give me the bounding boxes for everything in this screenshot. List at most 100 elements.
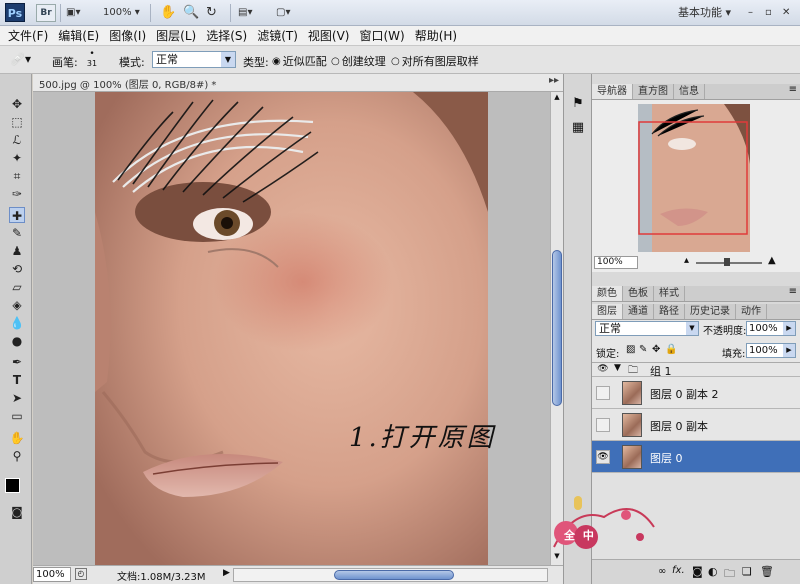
restore-button[interactable]: ▫ <box>765 4 779 22</box>
healing-brush-tool-icon[interactable]: ✚ <box>9 207 25 223</box>
tab-histogram[interactable]: 直方图 <box>633 84 674 99</box>
status-info-icon[interactable]: ◴ <box>75 568 87 580</box>
status-zoom-field[interactable]: 100% <box>33 567 71 582</box>
workspace-switcher[interactable]: 基本功能 ▾ <box>678 4 740 22</box>
tab-styles[interactable]: 样式 <box>654 286 685 301</box>
horizontal-scrollbar[interactable] <box>233 568 548 582</box>
eye-icon[interactable]: 👁 <box>596 363 610 376</box>
move-tool-icon[interactable]: ✥ <box>9 96 25 112</box>
menu-filter[interactable]: 滤镜(T) <box>257 27 298 44</box>
lock-position-icon[interactable]: ✥ <box>652 344 660 355</box>
disclosure-triangle-icon[interactable]: ▼ <box>614 363 621 373</box>
tab-color[interactable]: 颜色 <box>592 286 623 301</box>
layer-row-group[interactable]: 👁 ▼ 🗀 组 1 <box>592 363 800 378</box>
portrait-image[interactable] <box>33 92 550 565</box>
view-extras-button[interactable]: ▣▾ <box>66 4 92 22</box>
menu-help[interactable]: 帮助(H) <box>415 27 457 44</box>
hand-tool-icon[interactable]: ✋ <box>9 430 25 446</box>
clone-stamp-tool-icon[interactable]: ♟ <box>9 243 25 259</box>
fill-field[interactable]: 100% ▶ <box>746 343 796 358</box>
eyedropper-tool-icon[interactable]: ✑ <box>9 186 25 202</box>
radio-create-texture[interactable]: ○ 创建纹理 <box>331 53 386 69</box>
zoom-in-icon[interactable]: ▲ <box>768 255 776 266</box>
dodge-tool-icon[interactable]: ● <box>9 333 25 349</box>
visibility-toggle[interactable] <box>596 418 610 432</box>
paint-bucket-tool-icon[interactable]: ◈ <box>9 297 25 313</box>
menu-file[interactable]: 文件(F) <box>8 27 48 44</box>
new-group-icon[interactable]: 🗀 <box>724 565 735 584</box>
layer-style-button[interactable]: fx. <box>672 565 685 576</box>
tab-channels[interactable]: 通道 <box>623 304 654 319</box>
menu-window[interactable]: 窗口(W) <box>359 27 404 44</box>
zoom-level-dropdown[interactable]: 100% ▾ <box>103 4 143 22</box>
tab-navigator[interactable]: 导航器 <box>592 84 633 99</box>
navigator-thumbnail[interactable] <box>638 104 750 252</box>
zoom-slider-handle[interactable] <box>724 258 730 266</box>
panel-menu-icon[interactable]: ≡ <box>789 286 797 297</box>
layer-row[interactable]: 图层 0 副本 <box>592 409 800 441</box>
zoom-slider[interactable] <box>696 258 762 266</box>
minimize-button[interactable]: – <box>748 4 762 22</box>
menu-layer[interactable]: 图层(L) <box>156 27 196 44</box>
collapse-panel-icon[interactable]: ▸▸ <box>549 75 559 86</box>
opacity-field[interactable]: 100% ▶ <box>746 321 796 336</box>
tab-layers[interactable]: 图层 <box>592 304 623 319</box>
menu-view[interactable]: 视图(V) <box>308 27 350 44</box>
lock-pixels-icon[interactable]: ✎ <box>639 344 647 355</box>
tab-swatches[interactable]: 色板 <box>623 286 654 301</box>
marquee-tool-icon[interactable]: ⬚ <box>9 114 25 130</box>
tab-history[interactable]: 历史记录 <box>685 304 736 319</box>
actions-panel-icon[interactable]: ▦ <box>570 120 586 136</box>
zoom-tool-icon[interactable]: 🔍 <box>183 4 199 22</box>
quick-mask-icon[interactable]: ◙ <box>9 504 25 520</box>
eraser-tool-icon[interactable]: ▱ <box>9 279 25 295</box>
scroll-up-arrow-icon[interactable]: ▲ <box>552 93 562 103</box>
type-tool-icon[interactable]: T <box>9 372 25 388</box>
navigator-zoom-field[interactable]: 100% <box>594 256 638 269</box>
menu-edit[interactable]: 编辑(E) <box>58 27 99 44</box>
screen-mode-button[interactable]: ▢▾ <box>276 4 304 22</box>
layer-row-selected[interactable]: 👁 图层 0 <box>592 441 800 473</box>
status-menu-arrow-icon[interactable]: ▶ <box>223 568 230 578</box>
blur-tool-icon[interactable]: 💧 <box>9 315 25 331</box>
arrange-documents-button[interactable]: ▤▾ <box>238 4 266 22</box>
brush-tool-icon[interactable]: ✎ <box>9 225 25 241</box>
tab-actions[interactable]: 动作 <box>736 304 767 319</box>
lock-all-icon[interactable]: 🔒 <box>665 344 677 355</box>
delete-layer-icon[interactable]: 🗑 <box>760 565 774 578</box>
adjustment-layer-icon[interactable]: ◐ <box>708 565 718 578</box>
layer-row[interactable]: 图层 0 副本 2 <box>592 377 800 409</box>
crop-tool-icon[interactable]: ⌗ <box>9 168 25 184</box>
zoom-out-icon[interactable]: ▴ <box>684 255 689 266</box>
tab-info[interactable]: 信息 <box>674 84 705 99</box>
menu-select[interactable]: 选择(S) <box>206 27 247 44</box>
add-mask-icon[interactable]: ◙ <box>692 565 703 578</box>
tab-paths[interactable]: 路径 <box>654 304 685 319</box>
scrollbar-thumb[interactable] <box>552 250 562 406</box>
sample-all-layers-checkbox[interactable]: ○ 对所有图层取样 <box>391 53 479 69</box>
mode-select[interactable]: 正常 ▼ <box>152 51 236 68</box>
rotate-view-icon[interactable]: ↻ <box>206 4 222 22</box>
radio-proximity-match[interactable]: ◉ 近似匹配 <box>272 53 327 69</box>
new-layer-icon[interactable]: ❏ <box>742 565 752 578</box>
history-panel-icon[interactable]: ⚑ <box>570 96 586 112</box>
blend-mode-select[interactable]: 正常 ▼ <box>595 321 699 336</box>
brush-size-picker[interactable]: • 31 <box>82 49 102 71</box>
magic-wand-tool-icon[interactable]: ✦ <box>9 150 25 166</box>
eye-icon[interactable]: 👁 <box>596 450 610 464</box>
lasso-tool-icon[interactable]: ℒ <box>9 132 25 148</box>
path-selection-tool-icon[interactable]: ➤ <box>9 390 25 406</box>
shape-tool-icon[interactable]: ▭ <box>9 408 25 424</box>
hand-tool-icon[interactable]: ✋ <box>160 4 176 22</box>
close-button[interactable]: ✕ <box>782 4 796 22</box>
foreground-color-swatch[interactable] <box>5 478 20 493</box>
document-tab-title[interactable]: 500.jpg @ 100% (图层 0, RGB/8#) * <box>39 76 216 91</box>
healing-brush-preset-icon[interactable]: 🩹▾ <box>10 52 32 68</box>
history-brush-tool-icon[interactable]: ⟲ <box>9 261 25 277</box>
horizontal-scrollbar-thumb[interactable] <box>334 570 454 580</box>
zoom-tool-icon[interactable]: ⚲ <box>9 448 25 464</box>
bridge-button[interactable]: Br <box>36 4 56 22</box>
lock-transparent-icon[interactable]: ▨ <box>626 344 635 355</box>
link-layers-icon[interactable]: ∞ <box>658 566 666 577</box>
menu-image[interactable]: 图像(I) <box>109 27 146 44</box>
